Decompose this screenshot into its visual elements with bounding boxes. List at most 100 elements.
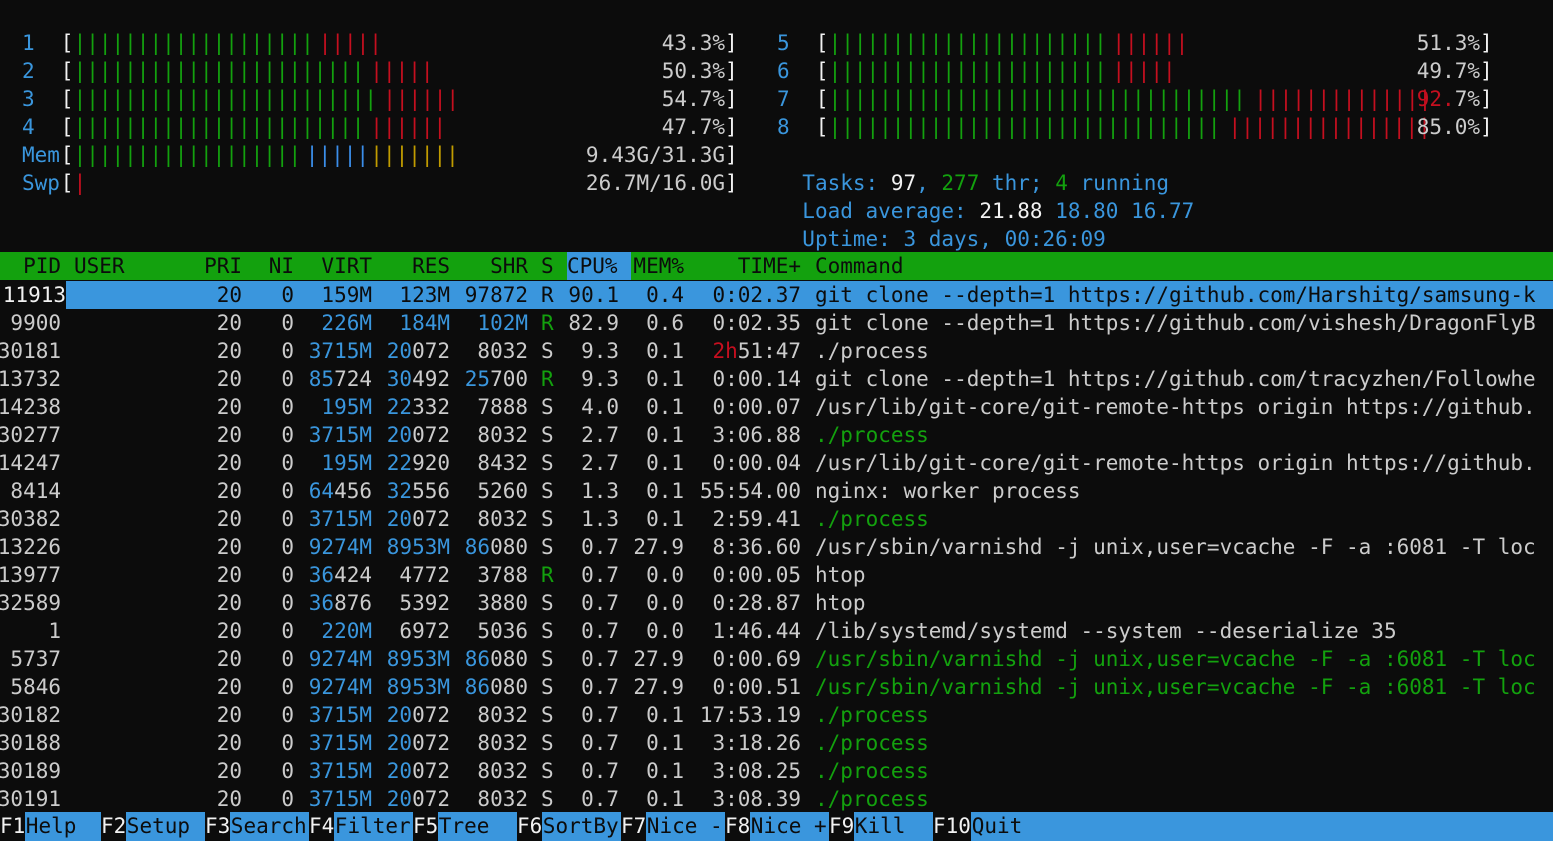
process-row[interactable]: 5846 20 0 9274M 8953M 86080 S 0.7 27.9 0:00.51/us… <box>0 673 1553 701</box>
process-cpu-text: 2.7 <box>581 423 619 447</box>
footer-key-f7[interactable]: F7 <box>621 812 647 841</box>
process-cpu-text: 0.7 <box>581 731 619 755</box>
header-s[interactable]: S <box>541 252 554 280</box>
footer-action-help[interactable]: Help <box>26 812 77 841</box>
process-row[interactable]: 30181 20 0 3715M 20072 8032 S 9.3 0.1 2h51:47 ./pr… <box>0 337 1553 365</box>
header-cpu[interactable]: CPU% <box>567 252 631 280</box>
process-row[interactable]: 5737 20 0 9274M 8953M 86080 S 0.7 27.9 0:00.69/us… <box>0 645 1553 673</box>
cpu-meter-1-bar-red: ||||| <box>318 31 382 55</box>
process-row[interactable]: 9900 20 0 226M 184M 102M R 82.9 0.6 0:02.35 git cl… <box>0 309 1553 337</box>
process-row[interactable]: 32589 20 0 36876 5392 3880 S 0.7 0.0 0:28.87 htop <box>0 589 1553 617</box>
footer-action-sortby[interactable]: SortBy <box>543 812 619 841</box>
process-virt: 3715M <box>309 337 372 365</box>
footer-action-filter[interactable]: Filter <box>335 812 411 841</box>
process-pid-text: 32589 <box>0 591 61 615</box>
process-row[interactable]: 13226 20 0 9274M 8953M 86080 S 0.7 27.9 8:36.60/u… <box>0 533 1553 561</box>
process-mem: 27.9 <box>633 533 684 561</box>
footer-key-f8[interactable]: F8 <box>725 812 751 841</box>
footer-action-quit[interactable]: Quit <box>972 812 1023 841</box>
process-res-text: 072 <box>412 339 450 363</box>
header-user[interactable]: USER <box>74 252 125 280</box>
cpu-meter-7-value-part: 92. <box>1416 87 1455 111</box>
memory-meter-open-bracket: [ <box>60 143 74 167</box>
process-res-text: 072 <box>412 759 450 783</box>
process-row[interactable]: 30277 20 0 3715M 20072 8032 S 2.7 0.1 3:06.88 ./pr… <box>0 421 1553 449</box>
footer-key-f9[interactable]: F9 <box>829 812 855 841</box>
process-row[interactable]: 30191 20 0 3715M 20072 8032 S 0.7 0.1 3:08.39 ./pr… <box>0 785 1553 813</box>
process-row[interactable]: 30182 20 0 3715M 20072 8032 S 0.7 0.1 17:53.19 ./p… <box>0 701 1553 729</box>
footer-action-nice[interactable]: Nice + <box>751 812 827 841</box>
process-time: 0:00.07 <box>712 393 801 421</box>
process-cpu: 2.7 <box>581 421 619 449</box>
process-command: ./process <box>815 759 929 783</box>
footer-key-f4[interactable]: F4 <box>309 812 335 841</box>
process-pid-text: 9900 <box>10 311 61 335</box>
process-mem: 0.1 <box>646 365 684 393</box>
process-cpu: 0.7 <box>581 561 619 589</box>
cpu-meter-7-value: 92.7% <box>1417 85 1480 113</box>
header-pri[interactable]: PRI <box>204 252 242 280</box>
process-row[interactable]: 13977 20 0 36424 4772 3788 R 0.7 0.0 0:00.05 htop <box>0 561 1553 589</box>
footer-key-f6[interactable]: F6 <box>517 812 543 841</box>
footer-action-kill[interactable]: Kill <box>855 812 906 841</box>
process-s-text: S <box>541 591 554 615</box>
header-command[interactable]: Command <box>815 252 904 280</box>
process-pri: 20 <box>217 533 242 561</box>
cpu-meter-1-close-bracket: ] <box>725 31 738 55</box>
process-row[interactable]: 30188 20 0 3715M 20072 8032 S 0.7 0.1 3:18.26 ./pr… <box>0 729 1553 757</box>
cpu-meter-3-value: 54.7% <box>662 85 725 113</box>
process-res-text: 072 <box>412 787 450 811</box>
header-ni[interactable]: NI <box>269 252 294 280</box>
process-mem-text: 27.9 <box>633 647 684 671</box>
process-pri-text: 20 <box>216 339 242 363</box>
process-cpu: 9.3 <box>581 365 619 393</box>
process-shr-text: 8032 <box>477 787 528 811</box>
process-virt-text: 3715M <box>308 703 372 727</box>
process-cpu-text: 82.9 <box>568 311 619 335</box>
header-mem[interactable]: MEM% <box>633 252 684 280</box>
footer-key-f3[interactable]: F3 <box>205 812 231 841</box>
process-shr-text: 8032 <box>477 339 528 363</box>
process-row[interactable]: 13732 20 0 85724 30492 25700 R 9.3 0.1 0:00.14 git… <box>0 365 1553 393</box>
process-ni-text: 0 <box>281 731 294 755</box>
process-s-text: S <box>541 507 554 531</box>
header-res[interactable]: RES <box>412 252 450 280</box>
footer-key-f5[interactable]: F5 <box>413 812 439 841</box>
process-pri: 20 <box>217 309 242 337</box>
process-res: 6972 <box>399 617 450 645</box>
footer-key-f10[interactable]: F10 <box>933 812 971 841</box>
footer-action-tree[interactable]: Tree <box>439 812 490 841</box>
process-pri-text: 20 <box>216 311 242 335</box>
process-pid-text: 1 <box>48 619 61 643</box>
process-row[interactable]: 14238 20 0 195M 22332 7888 S 4.0 0.1 0:00.07/usr/… <box>0 393 1553 421</box>
header-virt[interactable]: VIRT <box>321 252 372 280</box>
footer-key-f2[interactable]: F2 <box>101 812 127 841</box>
process-pri-text: 20 <box>216 787 242 811</box>
process-row[interactable]: 1 20 0 220M 6972 5036 S 0.7 0.0 1:46.44/lib/syste… <box>0 617 1553 645</box>
process-virt-text: 220M <box>321 619 372 643</box>
process-ni-text: 0 <box>281 591 294 615</box>
footer-action-setup[interactable]: Setup <box>127 812 190 841</box>
footer-key-f1[interactable]: F1 <box>0 812 26 841</box>
process-pid: 30191 <box>0 785 61 813</box>
process-s-text: S <box>541 619 554 643</box>
header-time[interactable]: TIME+ <box>738 252 801 280</box>
process-pri: 20 <box>217 393 242 421</box>
process-res-text: 4772 <box>399 563 450 587</box>
process-shr-text: 080 <box>490 535 528 559</box>
cpu-meter-6-value-part: 49.7% <box>1416 59 1480 83</box>
process-row[interactable]: 30189 20 0 3715M 20072 8032 S 0.7 0.1 3:08.25 ./pr… <box>0 757 1553 785</box>
process-row[interactable]: 8414 20 0 64456 32556 5260 S 1.3 0.1 55:54.00 ngin… <box>0 477 1553 505</box>
footer-action-search[interactable]: Search <box>231 812 307 841</box>
footer-action-nice[interactable]: Nice - <box>647 812 723 841</box>
process-virt-text: 36 <box>308 591 335 615</box>
process-s-text: S <box>541 675 554 699</box>
process-row[interactable]: 30382 20 0 3715M 20072 8032 S 1.3 0.1 2:59.41 ./pr… <box>0 505 1553 533</box>
header-pid[interactable]: PID <box>23 252 61 280</box>
cpu-meter-7-value-part: 7% <box>1454 87 1480 111</box>
header-shr[interactable]: SHR <box>490 252 528 280</box>
process-row[interactable]: 11913 20 0 159M 123M 97872 R 90.1 0.4 0:02.37 git … <box>0 281 1553 309</box>
process-ni: 0 <box>281 533 294 561</box>
cpu-meter-6: 6 [|||||||||||||||||||||| ||||| 49.7%] <box>777 57 1497 85</box>
process-row[interactable]: 14247 20 0 195M 22920 8432 S 2.7 0.1 0:00.04/usr/… <box>0 449 1553 477</box>
